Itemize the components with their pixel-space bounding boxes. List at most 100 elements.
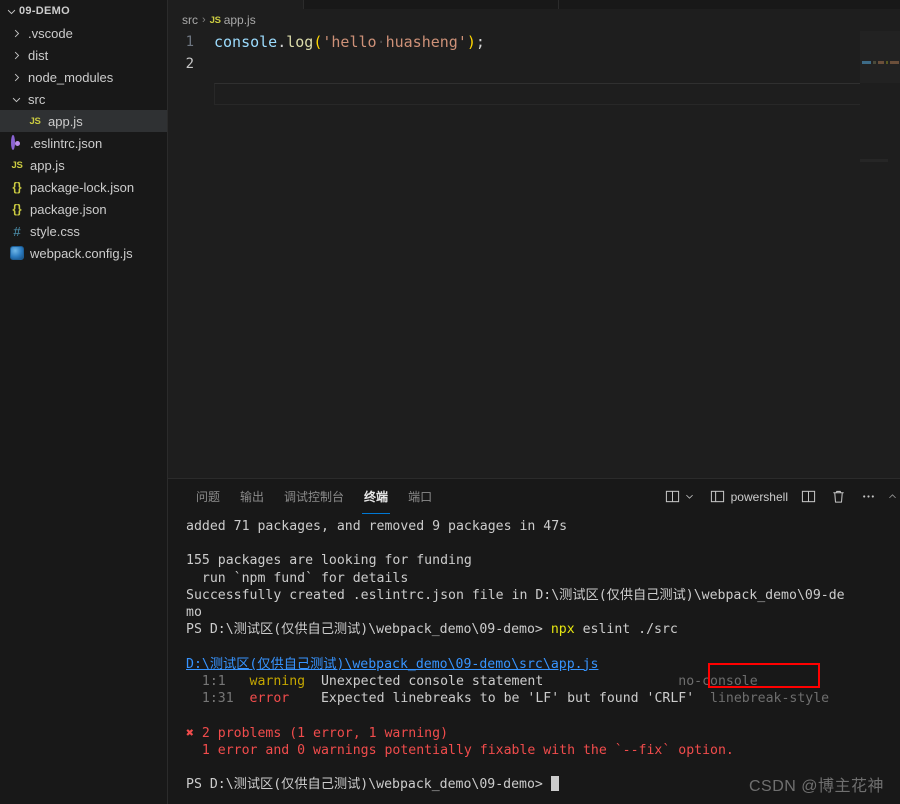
- js-file-icon: JS: [11, 159, 23, 171]
- new-terminal-icon[interactable]: [710, 489, 725, 504]
- terminal-line: ✖ 2 problems (1 error, 1 warning): [186, 725, 900, 742]
- terminal-output[interactable]: added 71 packages, and removed 9 package…: [168, 514, 900, 804]
- tree-item-label: dist: [28, 47, 49, 63]
- bottom-panel: 问题 输出 调试控制台 终端 端口 powershell added 71 pa…: [168, 478, 900, 804]
- terminal-line: 1:1 warning Unexpected console statement…: [186, 673, 900, 690]
- code-line[interactable]: 1 console.log('hello·huasheng');: [168, 31, 900, 53]
- minimap[interactable]: [860, 31, 900, 478]
- js-file-icon: JS: [209, 14, 221, 26]
- panel-actions: powershell: [665, 489, 896, 504]
- tree-item-label: src: [28, 91, 46, 107]
- panel-tab-2[interactable]: 调试控制台: [274, 479, 354, 514]
- explorer-sidebar: 09-DEMO .vscode dist node_modulessrc JS app.…: [0, 0, 168, 804]
- vscode-window: 09-DEMO .vscode dist node_modules src JS app.…: [0, 0, 900, 804]
- tree-item-label: app.js: [30, 157, 65, 173]
- terminal-line: added 71 packages, and removed 9 package…: [186, 518, 900, 535]
- terminal-text: npx: [550, 622, 575, 638]
- terminal-file-link[interactable]: D:\测试区(仅供自己测试)\webpack_demo\09-demo\src\…: [186, 657, 598, 672]
- terminal-shell-name[interactable]: powershell: [731, 490, 788, 504]
- terminal-text: Expected linebreaks to be 'LF' but found…: [289, 691, 711, 707]
- terminal-text: 1:31: [186, 691, 250, 707]
- terminal-text: 1 error and 0 warnings potentially fixab…: [186, 742, 734, 758]
- editor-area: src › JS app.js 1 console.log('hello·huas…: [168, 0, 900, 804]
- editor-tab-active[interactable]: [168, 0, 304, 9]
- terminal-text: PS D:\测试区(仅供自己测试)\webpack_demo\09-demo>: [186, 777, 551, 793]
- trash-icon[interactable]: [831, 489, 846, 504]
- js-file-icon: JS: [29, 115, 41, 127]
- ellipsis-icon[interactable]: [861, 489, 876, 504]
- tree-item-label: app.js: [48, 113, 83, 129]
- minimap-slider[interactable]: [860, 31, 900, 83]
- file-tree: .vscode dist node_modulessrc JS app.js .eslin…: [0, 22, 167, 264]
- tree-item-dist[interactable]: dist: [0, 44, 167, 66]
- terminal-text: Unexpected console statement: [305, 674, 607, 690]
- terminal-line: 1 error and 0 warnings potentially fixab…: [186, 742, 900, 759]
- code-token: ;: [475, 33, 485, 51]
- code-token: console: [214, 33, 278, 51]
- tree-item-label: package-lock.json: [30, 179, 135, 195]
- tree-item-webpack-config-js[interactable]: webpack.config.js: [0, 242, 167, 264]
- breadcrumb-file[interactable]: app.js: [224, 13, 256, 27]
- terminal-text: PS D:\测试区(仅供自己测试)\webpack_demo\09-demo>: [186, 622, 551, 638]
- webpack-file-icon: [8, 242, 26, 264]
- panel-tab-0[interactable]: 问题: [186, 479, 230, 514]
- panel-tab-1[interactable]: 输出: [230, 479, 274, 514]
- terminal-line: D:\测试区(仅供自己测试)\webpack_demo\09-demo\src\…: [186, 656, 900, 673]
- tree-item-style-css[interactable]: # style.css: [0, 220, 167, 242]
- terminal-text: mo: [186, 605, 202, 621]
- breadcrumb[interactable]: src › JS app.js: [168, 9, 900, 31]
- terminal-text: no-console: [606, 674, 758, 690]
- split-terminal-icon[interactable]: [801, 489, 816, 504]
- editor-tab-strip: [168, 0, 900, 9]
- chevron-down-icon: [8, 88, 24, 110]
- watermark: CSDN @博主花神: [748, 778, 884, 795]
- split-editor-icon[interactable]: [665, 489, 680, 504]
- tree-item-node-modules[interactable]: node_modules: [0, 66, 167, 88]
- chevron-up-icon[interactable]: [887, 491, 898, 502]
- code-editor[interactable]: 1 console.log('hello·huasheng'); 2: [168, 31, 900, 478]
- editor-tab-other[interactable]: [304, 0, 559, 9]
- tree-item-package-json[interactable]: {} package.json: [0, 198, 167, 220]
- tree-item-package-lock-json[interactable]: {} package-lock.json: [0, 176, 167, 198]
- code-line[interactable]: 2: [168, 53, 900, 75]
- code-token: log: [286, 33, 314, 51]
- tree-item-app-js[interactable]: JS app.js: [0, 110, 167, 132]
- chevron-right-icon: [8, 66, 24, 88]
- panel-tab-4[interactable]: 端口: [398, 479, 442, 514]
- terminal-text: added 71 packages, and removed 9 package…: [186, 519, 568, 534]
- chevron-right-icon: [8, 44, 24, 66]
- tree-item-eslintrc-json[interactable]: .eslintrc.json: [0, 132, 167, 154]
- breadcrumb-folder[interactable]: src: [182, 13, 198, 27]
- tab-strip-filler: [559, 0, 900, 9]
- line-number: 1: [185, 34, 194, 50]
- css-file-icon: #: [13, 223, 21, 239]
- code-lines: 1 console.log('hello·huasheng'); 2: [168, 31, 900, 75]
- chevron-down-icon[interactable]: [684, 491, 695, 502]
- panel-header: 问题 输出 调试控制台 终端 端口 powershell: [168, 479, 900, 514]
- code-text: console.log('hello·huasheng');: [214, 31, 485, 53]
- terminal-text: error: [249, 691, 290, 707]
- terminal-text: Successfully created .eslintrc.json file…: [186, 587, 845, 603]
- terminal-line: Successfully created .eslintrc.json file…: [186, 587, 900, 604]
- code-token: ·: [376, 33, 386, 51]
- code-token: 'hello: [322, 33, 377, 51]
- terminal-line: 1:31 error Expected linebreaks to be 'LF…: [186, 690, 900, 707]
- terminal-cursor: [550, 776, 559, 792]
- panel-tabs: 问题 输出 调试控制台 终端 端口: [186, 479, 442, 514]
- tree-item-vscode[interactable]: .vscode: [0, 22, 167, 44]
- panel-tab-3[interactable]: 终端: [354, 479, 398, 514]
- tree-item-app-js[interactable]: JS app.js: [0, 154, 167, 176]
- terminal-text: eslint ./src: [574, 622, 678, 638]
- eslint-file-icon: [8, 132, 26, 154]
- terminal-text: ✖ 2 problems (1 error, 1 warning): [186, 725, 449, 741]
- line-number: 2: [185, 56, 194, 72]
- tree-item-src[interactable]: src: [0, 88, 167, 110]
- terminal-text: run `npm fund` for details: [186, 570, 409, 586]
- tree-item-label: .eslintrc.json: [30, 135, 103, 151]
- json-file-icon: {}: [12, 180, 22, 194]
- tree-item-label: .vscode: [28, 25, 73, 41]
- explorer-root-folder[interactable]: 09-DEMO: [0, 0, 167, 22]
